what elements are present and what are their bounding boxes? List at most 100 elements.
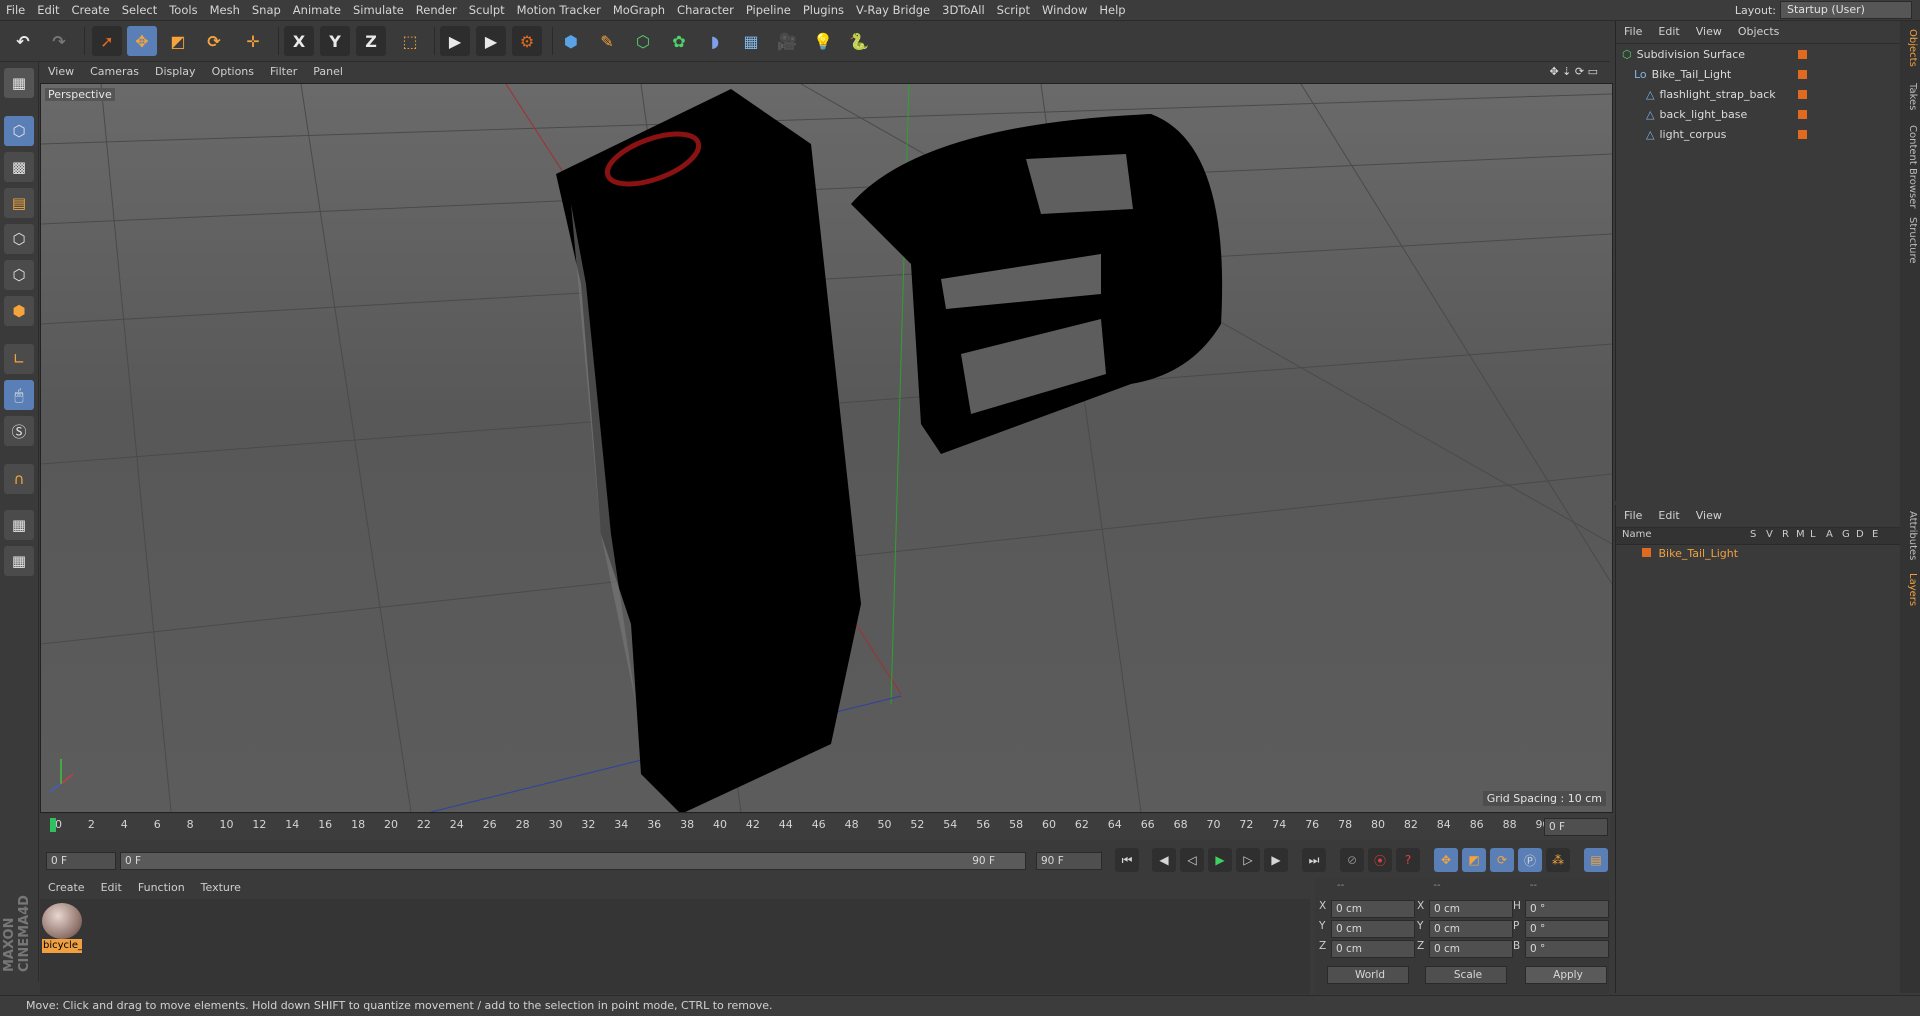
layer-column-header[interactable]: R (1782, 529, 1789, 540)
cube-primitive-icon[interactable]: ⬢ (556, 26, 586, 56)
object-row[interactable]: ⬡ Subdivision Surface (1622, 45, 1892, 65)
layer-column-header[interactable]: M (1796, 529, 1805, 540)
coord-mode-world[interactable]: World (1327, 966, 1409, 984)
object-name[interactable]: flashlight_strap_back (1659, 88, 1775, 101)
camera-icon[interactable]: 🎥 (772, 26, 802, 56)
snapping-icon[interactable]: Ⓢ (4, 416, 34, 446)
material-menu-edit[interactable]: Edit (93, 878, 130, 898)
planar-workplane-icon[interactable]: ▦ (4, 546, 34, 576)
menu-file[interactable]: File (0, 0, 31, 20)
layer-color-tag[interactable] (1798, 90, 1807, 99)
frame-range-slider[interactable]: 0 F 90 F (120, 852, 1026, 870)
object-name[interactable]: light_corpus (1659, 128, 1726, 141)
side-tab-objects[interactable]: Objects (1902, 29, 1918, 67)
polygons-mode-icon[interactable]: ⬢ (4, 296, 34, 326)
layer-name[interactable]: Bike_Tail_Light (1659, 547, 1739, 560)
light-icon[interactable]: 💡 (808, 26, 838, 56)
edges-mode-icon[interactable]: ⬡ (4, 260, 34, 290)
coordinate-system-icon[interactable]: ⬚ (395, 26, 425, 56)
menu-animate[interactable]: Animate (287, 0, 347, 20)
coord-field[interactable]: 0 cm (1331, 940, 1415, 958)
record-active-icon[interactable]: ⦿ (1368, 848, 1392, 872)
layer-column-header[interactable]: L (1810, 529, 1816, 540)
menu-select[interactable]: Select (116, 0, 163, 20)
coord-mode-scale[interactable]: Scale (1425, 966, 1507, 984)
coord-field[interactable]: 0 cm (1429, 900, 1513, 918)
layer-color-tag[interactable] (1798, 50, 1807, 59)
keyframe-selection-icon[interactable]: ⊘ (1340, 848, 1364, 872)
play-icon[interactable]: ▶ (1208, 848, 1232, 872)
layers-menu-edit[interactable]: Edit (1650, 505, 1687, 527)
menu-character[interactable]: Character (671, 0, 740, 20)
menu-simulate[interactable]: Simulate (347, 0, 410, 20)
perspective-viewport[interactable]: Perspective Grid Spacing : 10 cm (40, 83, 1613, 813)
playhead-marker[interactable] (50, 818, 56, 832)
material-name-label[interactable]: bicycle_l (42, 939, 82, 953)
menu-sculpt[interactable]: Sculpt (463, 0, 511, 20)
coord-field[interactable]: 0 cm (1429, 940, 1513, 958)
workplane-mode-icon[interactable]: ▤ (4, 188, 34, 218)
timeline-window-icon[interactable]: ▤ (1584, 848, 1608, 872)
autokey-icon[interactable]: ? (1396, 848, 1420, 872)
object-name[interactable]: Subdivision Surface (1637, 48, 1745, 61)
layer-column-header[interactable]: A (1826, 529, 1833, 540)
key-position-icon[interactable]: ✥ (1434, 848, 1458, 872)
coord-field[interactable]: 0 cm (1429, 920, 1513, 938)
layers-menu-view[interactable]: View (1688, 505, 1730, 527)
move-tool-icon[interactable]: ✥ (127, 26, 157, 56)
rotate-tool-icon[interactable]: ⟳ (199, 26, 229, 56)
layer-column-header[interactable]: V (1766, 529, 1773, 540)
pen-spline-icon[interactable]: ✎ (592, 26, 622, 56)
coord-field[interactable]: 0 cm (1331, 920, 1415, 938)
render-settings-icon[interactable]: ⚙ (512, 26, 542, 56)
previous-key-icon[interactable]: ◀ (1152, 848, 1176, 872)
subdivision-surface-icon[interactable]: ⬡ (628, 26, 658, 56)
material-swatch[interactable]: bicycle_l (42, 903, 82, 953)
layer-column-header[interactable]: S (1750, 529, 1756, 540)
points-mode-icon[interactable]: ⬡ (4, 224, 34, 254)
render-view-icon[interactable]: ▶ (440, 26, 470, 56)
menu-mograph[interactable]: MoGraph (607, 0, 671, 20)
cloner-icon[interactable]: ✿ (664, 26, 694, 56)
layout-dropdown[interactable]: Startup (User) (1780, 1, 1912, 19)
axis-mode-icon[interactable]: ∟ (4, 344, 34, 374)
tweak-mode-icon[interactable]: 🖱 (4, 380, 34, 410)
material-menu-texture[interactable]: Texture (193, 878, 249, 898)
model-mode-icon[interactable]: ⬡ (4, 116, 34, 146)
timeline-ruler[interactable]: 0 2 4 6 8 10 12 14 16 18 20 22 24 26 28 30 32 34 36 38 40 42 4… (40, 814, 1610, 840)
menu-snap[interactable]: Snap (246, 0, 287, 20)
viewport-menu-panel[interactable]: Panel (305, 62, 351, 82)
layer-color-tag[interactable] (1798, 130, 1807, 139)
object-name[interactable]: Bike_Tail_Light (1652, 68, 1732, 81)
layers-menu-file[interactable]: File (1616, 505, 1650, 527)
deformer-icon[interactable]: ◗ (700, 26, 730, 56)
viewport-menu-display[interactable]: Display (147, 62, 204, 82)
key-scale-icon[interactable]: ◩ (1462, 848, 1486, 872)
object-row[interactable]: △ flashlight_strap_back (1646, 85, 1916, 105)
side-tab-layers[interactable]: Layers (1902, 573, 1918, 606)
undo-icon[interactable]: ↶ (8, 26, 38, 56)
floor-icon[interactable]: ▦ (736, 26, 766, 56)
menu-script[interactable]: Script (991, 0, 1036, 20)
menu-mesh[interactable]: Mesh (204, 0, 246, 20)
material-menu-create[interactable]: Create (40, 878, 93, 898)
side-tab-takes[interactable]: Takes (1902, 83, 1918, 110)
texture-mode-icon[interactable]: ▩ (4, 152, 34, 182)
layer-row[interactable]: Bike_Tail_Light (1616, 545, 1901, 563)
coord-field[interactable]: 0 ° (1525, 940, 1609, 958)
end-frame-field[interactable]: 90 F (1036, 852, 1102, 870)
menu-plugins[interactable]: Plugins (797, 0, 850, 20)
coord-field[interactable]: 0 cm (1331, 900, 1415, 918)
objects-menu-edit[interactable]: Edit (1650, 21, 1687, 43)
viewport-menu-filter[interactable]: Filter (262, 62, 305, 82)
menu-window[interactable]: Window (1036, 0, 1093, 20)
side-tab-content-browser[interactable]: Content Browser (1902, 125, 1918, 208)
key-pla-icon[interactable]: ⁂ (1546, 848, 1570, 872)
material-menu-function[interactable]: Function (130, 878, 193, 898)
object-row[interactable]: △ back_light_base (1646, 105, 1916, 125)
side-tab-structure[interactable]: Structure (1902, 217, 1918, 264)
menu-tools[interactable]: Tools (163, 0, 203, 20)
objects-menu-view[interactable]: View (1688, 21, 1730, 43)
viewport-nav-icons[interactable]: ✥ ⇣ ⟳ ▭ (1541, 62, 1606, 82)
next-frame-icon[interactable]: ▷ (1236, 848, 1260, 872)
